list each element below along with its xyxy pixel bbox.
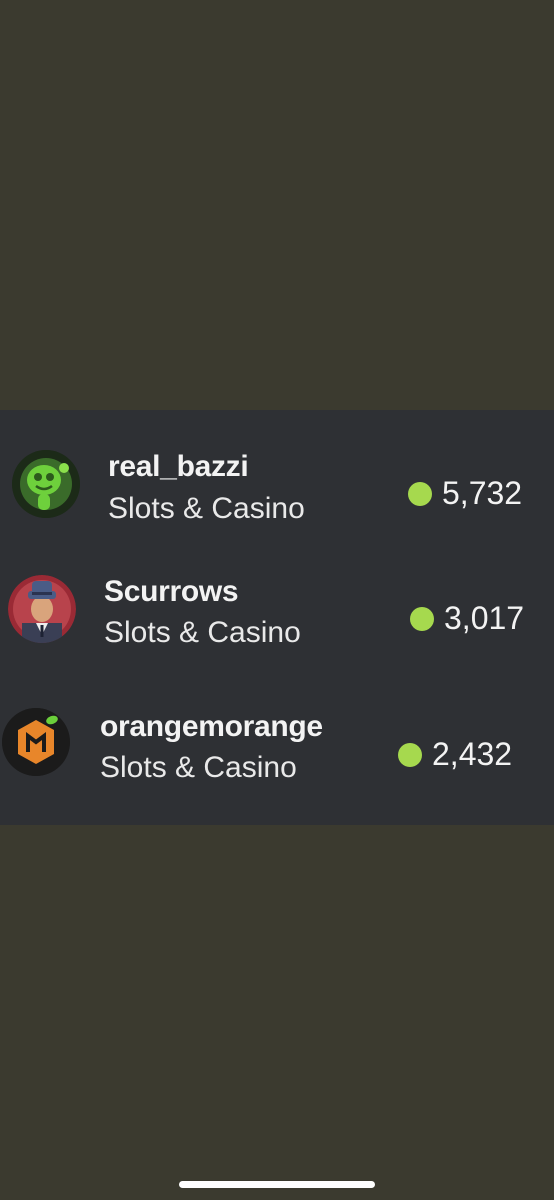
viewer-count-value: 5,732 <box>442 475 523 511</box>
viewer-count: 5,732 <box>408 475 522 512</box>
stream-row[interactable]: Scurrows Slots & Casino 3,017 <box>0 555 554 665</box>
stream-category[interactable]: Slots & Casino <box>100 751 297 785</box>
home-indicator[interactable] <box>179 1181 375 1188</box>
stream-row[interactable]: real_bazzi Slots & Casino 5,732 <box>0 420 554 530</box>
man-in-hat-avatar[interactable] <box>8 575 76 643</box>
orange-hexagon-logo-avatar[interactable] <box>2 708 70 776</box>
stream-username[interactable]: orangemorange <box>100 710 323 744</box>
viewer-count: 3,017 <box>410 600 524 637</box>
stream-category[interactable]: Slots & Casino <box>108 492 305 526</box>
stream-username[interactable]: Scurrows <box>104 575 239 609</box>
live-dot-icon <box>408 481 432 506</box>
live-dot-icon <box>410 606 434 631</box>
stream-row[interactable]: orangemorange Slots & Casino 2,432 <box>0 690 554 800</box>
stream-username[interactable]: real_bazzi <box>108 450 249 484</box>
viewer-count-value: 2,432 <box>432 736 513 772</box>
viewer-count-value: 3,017 <box>444 600 525 636</box>
stream-category[interactable]: Slots & Casino <box>104 616 301 650</box>
stream-list: real_bazzi Slots & Casino 5,732 Scurrows… <box>0 410 554 825</box>
green-alien-avatar[interactable] <box>12 450 80 518</box>
live-dot-icon <box>398 742 422 767</box>
viewer-count: 2,432 <box>398 736 512 773</box>
